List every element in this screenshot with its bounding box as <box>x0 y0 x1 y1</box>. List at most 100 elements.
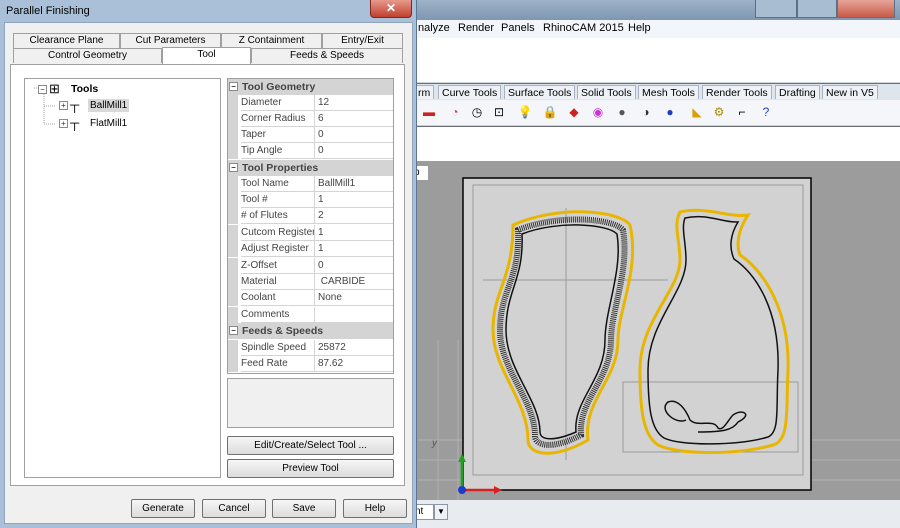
tree-root-tools[interactable]: Tools <box>71 83 98 95</box>
paint-icon[interactable]: ◆ <box>565 103 583 121</box>
grid-row-tool-number[interactable]: Tool #1 <box>228 192 393 208</box>
grid-row-feed-rate[interactable]: Feed Rate 87.62 <box>228 356 393 372</box>
property-description-box <box>227 378 394 428</box>
tab-control-geometry[interactable]: Control Geometry <box>13 48 162 63</box>
property-name: Feed Rate <box>241 356 314 372</box>
property-value[interactable]: CARBIDE <box>314 274 393 290</box>
row-margin <box>228 111 238 127</box>
help-icon[interactable]: ? <box>757 103 775 121</box>
status-snap-box[interactable]: nt <box>414 504 434 520</box>
toolbar-tab-solid-tools[interactable]: Solid Tools <box>577 85 636 99</box>
property-value[interactable]: BallMill1 <box>314 176 393 192</box>
menu-rhinocam[interactable]: RhinoCAM 2015 <box>543 22 624 34</box>
help-button[interactable]: Help <box>343 499 407 518</box>
grid-row-comments[interactable]: Comments <box>228 307 393 323</box>
blue-sphere-icon[interactable]: ● <box>661 103 679 121</box>
grid-section-tool-properties[interactable]: − Tool Properties <box>228 160 393 176</box>
cancel-button[interactable]: Cancel <box>202 499 266 518</box>
tree-item-flatmill1[interactable]: FlatMill1 <box>90 118 127 129</box>
property-name: Tip Angle <box>241 143 314 159</box>
property-value[interactable]: 0 <box>314 127 393 143</box>
tab-cut-parameters[interactable]: Cut Parameters <box>120 33 221 48</box>
tab-entry-exit[interactable]: Entry/Exit <box>322 33 403 48</box>
toolbar-tab-surface-tools[interactable]: Surface Tools <box>504 85 576 99</box>
property-value[interactable]: 1 <box>314 241 393 257</box>
toolbar-tab-render-tools[interactable]: Render Tools <box>702 85 772 99</box>
light-cone-icon[interactable]: ◣ <box>688 103 706 121</box>
property-value[interactable]: 1 <box>314 192 393 208</box>
dimension-icon[interactable]: ⌐ <box>733 103 751 121</box>
app-close-button[interactable] <box>837 0 895 18</box>
grid-row-corner-radius[interactable]: Corner Radius 6 <box>228 111 393 127</box>
gear-icon[interactable]: ⚙ <box>710 103 728 121</box>
menu-help[interactable]: Help <box>628 22 651 34</box>
clock-icon[interactable]: ◷ <box>468 103 486 121</box>
property-value[interactable]: 0 <box>314 258 393 274</box>
lock-icon[interactable]: 🔒 <box>541 103 559 121</box>
grid-row-flutes[interactable]: # of Flutes 2 <box>228 208 393 224</box>
tool-tree[interactable] <box>24 78 221 478</box>
collapse-icon[interactable]: − <box>229 82 238 91</box>
axis-y-label: y <box>431 438 438 449</box>
tree-collapse-tools[interactable]: − <box>38 85 47 94</box>
menu-render[interactable]: Render <box>458 22 494 34</box>
camera-icon[interactable]: ◔ <box>446 103 464 121</box>
toolbar-tab-transform[interactable]: rm <box>414 85 435 99</box>
sphere-icon[interactable]: ● <box>613 103 631 121</box>
generate-button[interactable]: Generate <box>131 499 195 518</box>
property-value[interactable]: 0 <box>314 143 393 159</box>
collapse-icon[interactable]: − <box>229 163 238 172</box>
status-dropdown[interactable]: ▼ <box>434 504 448 520</box>
save-button[interactable]: Save <box>272 499 336 518</box>
maximize-button[interactable] <box>797 0 837 18</box>
viewport-canvas[interactable]: y <box>418 170 900 500</box>
property-name: Cutcom Register <box>241 225 314 241</box>
preview-tool-button[interactable]: Preview Tool <box>227 459 394 478</box>
tree-expand-ballmill1[interactable]: + <box>59 101 68 110</box>
dialog-close-button[interactable]: ✕ <box>370 0 412 18</box>
tab-clearance-plane[interactable]: Clearance Plane <box>13 33 120 48</box>
grid-section-tool-geometry[interactable]: − Tool Geometry <box>228 79 393 95</box>
grid-row-diameter[interactable]: Diameter 12 <box>228 95 393 111</box>
property-value[interactable]: 87.62 <box>314 356 393 372</box>
menu-panels[interactable]: Panels <box>501 22 535 34</box>
property-value[interactable]: 2 <box>314 208 393 224</box>
grid-row-adjust-register[interactable]: Adjust Register 1 <box>228 241 393 257</box>
grid-section-feeds-speeds[interactable]: − Feeds & Speeds <box>228 323 393 339</box>
car-icon[interactable]: ▬ <box>420 103 438 121</box>
toolbar-tab-drafting[interactable]: Drafting <box>775 85 820 99</box>
tools-folder-icon: ⊞ <box>49 81 60 96</box>
collapse-icon[interactable]: − <box>229 326 238 335</box>
property-value[interactable]: 25872 <box>314 340 393 356</box>
toolbar-tab-new-in-v5[interactable]: New in V5 <box>822 85 878 99</box>
tab-tool[interactable]: Tool <box>162 47 251 64</box>
target-icon[interactable]: ⊡ <box>490 103 508 121</box>
tab-z-containment[interactable]: Z Containment <box>221 33 322 48</box>
property-value[interactable]: 6 <box>314 111 393 127</box>
property-value[interactable] <box>314 307 393 323</box>
toolbar-tab-curve-tools[interactable]: Curve Tools <box>438 85 502 99</box>
lightbulb-icon[interactable]: 💡 <box>516 103 534 121</box>
tree-item-ballmill1[interactable]: BallMill1 <box>88 99 130 112</box>
grid-row-coolant[interactable]: Coolant None <box>228 290 393 306</box>
grid-row-material[interactable]: Material CARBIDE <box>228 274 393 290</box>
tree-expand-flatmill1[interactable]: + <box>59 119 68 128</box>
property-value[interactable]: None <box>314 290 393 306</box>
edit-create-select-tool-button[interactable]: Edit/Create/Select Tool ... <box>227 436 394 455</box>
toolbar-tab-mesh-tools[interactable]: Mesh Tools <box>638 85 699 99</box>
grid-row-spindle-speed[interactable]: Spindle Speed 25872 <box>228 340 393 356</box>
property-value[interactable]: 1 <box>314 225 393 241</box>
grid-row-z-offset[interactable]: Z-Offset 0 <box>228 258 393 274</box>
grid-row-tip-angle[interactable]: Tip Angle 0 <box>228 143 393 159</box>
grid-row-cutcom-register[interactable]: Cutcom Register 1 <box>228 225 393 241</box>
grid-row-tool-name[interactable]: Tool Name BallMill1 <box>228 176 393 192</box>
property-name: Taper <box>241 127 314 143</box>
property-value[interactable]: 12 <box>314 95 393 111</box>
render-sphere-icon[interactable]: ◑ <box>637 103 655 121</box>
color-wheel-icon[interactable]: ◉ <box>589 103 607 121</box>
minimize-button[interactable] <box>755 0 797 18</box>
dialog-title-bar[interactable]: Parallel Finishing ✕ <box>0 0 417 22</box>
tab-feeds-speeds[interactable]: Feeds & Speeds <box>251 48 403 63</box>
menu-analyze[interactable]: nalyze <box>418 22 450 34</box>
grid-row-taper[interactable]: Taper 0 <box>228 127 393 143</box>
